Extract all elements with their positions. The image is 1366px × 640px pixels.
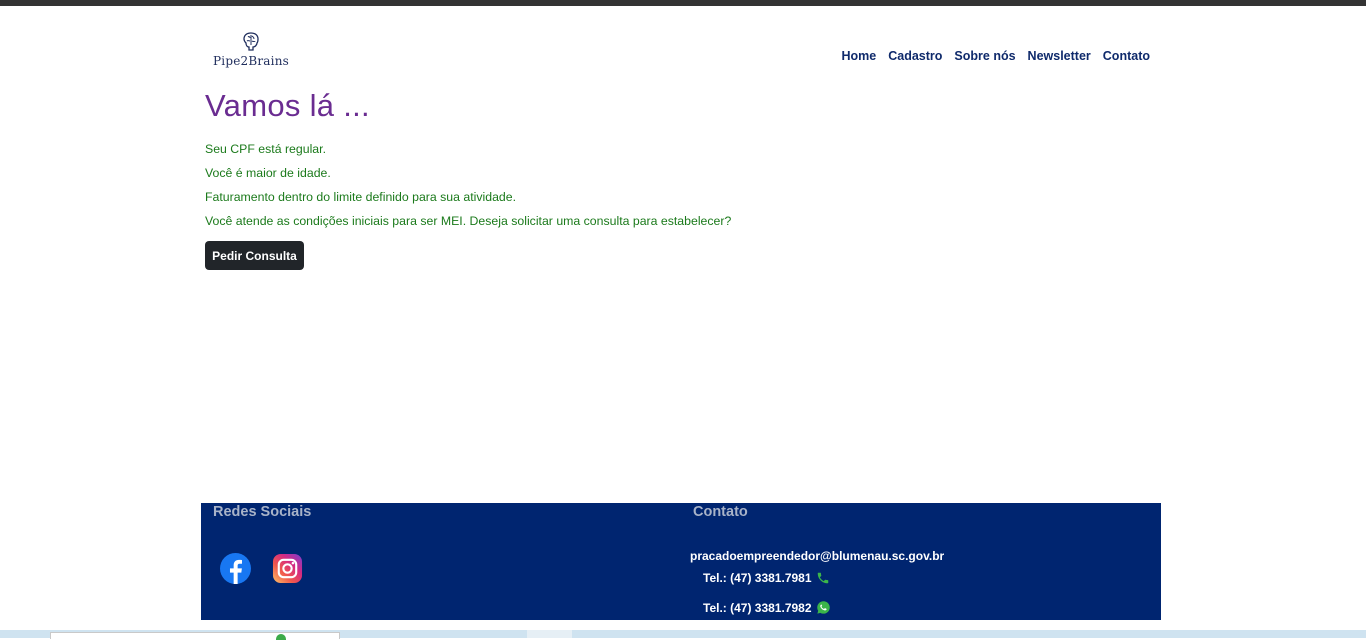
- brand-logo[interactable]: Pipe2Brains: [210, 30, 292, 68]
- status-messages: Seu CPF está regular. Você é maior de id…: [205, 143, 731, 239]
- nav-cadastro[interactable]: Cadastro: [888, 49, 942, 63]
- nav-home[interactable]: Home: [842, 49, 877, 63]
- revenue-status-message: Faturamento dentro do limite definido pa…: [205, 190, 517, 204]
- phone-2-label: Tel.: (47) 3381.7982: [703, 600, 812, 615]
- mei-eligibility-message: Você atende as condições iniciais para s…: [205, 214, 732, 228]
- contact-email[interactable]: pracadoempreendedor@blumenau.sc.gov.br: [690, 549, 944, 563]
- request-consultation-button[interactable]: Pedir Consulta: [205, 241, 304, 270]
- site-footer: Redes Sociais Contato pracadoempreendedo…: [201, 503, 1161, 620]
- contact-phone-2[interactable]: Tel.: (47) 3381.7982: [703, 600, 831, 615]
- whatsapp-icon: [816, 601, 830, 614]
- facebook-icon[interactable]: [220, 553, 251, 584]
- instagram-icon[interactable]: [272, 553, 303, 584]
- page-title: Vamos lá ...: [205, 88, 370, 123]
- phone-1-label: Tel.: (47) 3381.7981: [703, 571, 812, 585]
- nav-sobre-nos[interactable]: Sobre nós: [954, 49, 1015, 63]
- nav-contato[interactable]: Contato: [1103, 49, 1150, 63]
- top-bar: [0, 0, 1366, 6]
- main-nav: Home Cadastro Sobre nós Newsletter Conta…: [842, 49, 1151, 63]
- cpf-status-message: Seu CPF está regular.: [205, 142, 326, 156]
- nav-newsletter[interactable]: Newsletter: [1028, 49, 1091, 63]
- phone-icon: [817, 572, 828, 584]
- social-title: Redes Sociais: [213, 504, 312, 520]
- taskbar-strip: [0, 630, 1366, 640]
- contact-phone-1[interactable]: Tel.: (47) 3381.7981: [703, 571, 830, 585]
- contact-title: Contato: [693, 504, 748, 520]
- taskbar-button[interactable]: [527, 630, 572, 638]
- age-status-message: Você é maior de idade.: [205, 166, 331, 180]
- brain-icon: [243, 32, 259, 51]
- status-dot-icon: [276, 634, 286, 640]
- brand-name: Pipe2Brains: [213, 54, 289, 68]
